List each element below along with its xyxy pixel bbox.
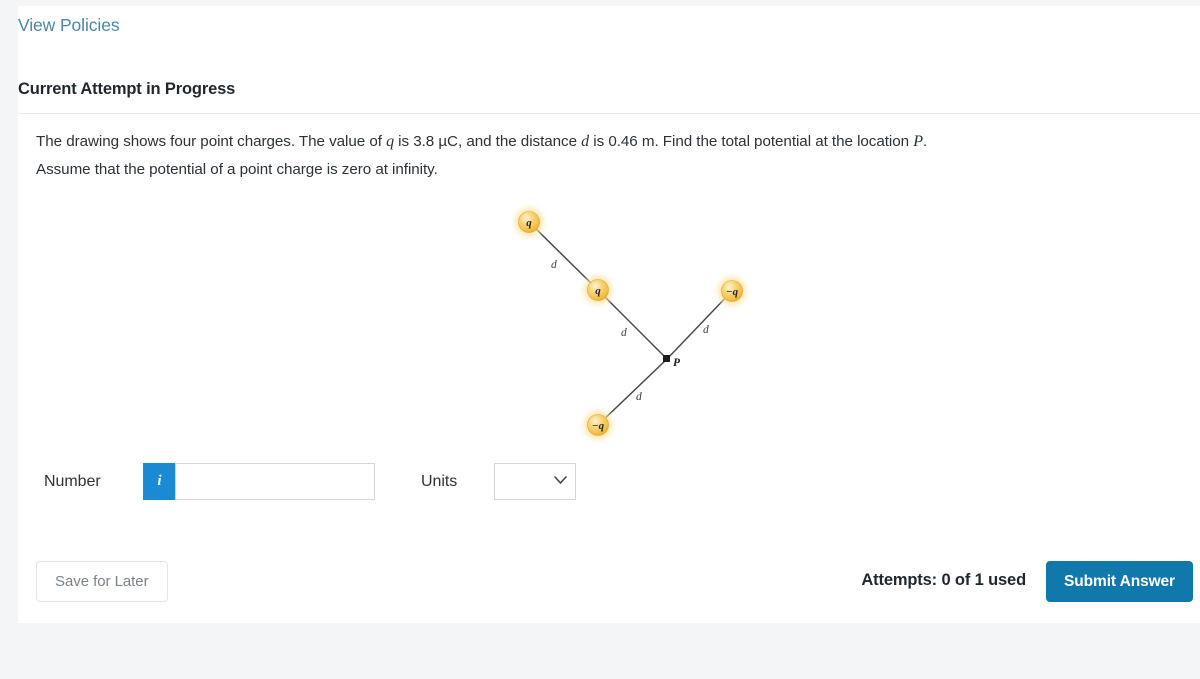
charge-diagram-figure: q q −q −q P d d d d	[18, 194, 1200, 452]
save-for-later-button[interactable]: Save for Later	[36, 561, 168, 602]
charge-right: −q	[713, 272, 751, 310]
question-var-d: d	[581, 133, 590, 150]
question-line-2: Assume that the potential of a point cha…	[36, 161, 438, 178]
answer-row: Number i Units VJN/CJ/C	[18, 461, 1200, 521]
units-select[interactable]: VJN/CJ/C	[494, 463, 576, 500]
charge-bottom-label: −q	[592, 420, 605, 432]
units-select-wrap: VJN/CJ/C	[494, 463, 576, 500]
view-policies-link[interactable]: View Policies	[18, 14, 120, 36]
charge-diagram-svg: q q −q −q P d d d d	[510, 203, 751, 444]
charge-top-left-label: q	[526, 217, 532, 229]
distance-label-1: d	[551, 259, 557, 271]
question-part-4: .	[922, 133, 928, 150]
info-icon[interactable]: i	[143, 463, 175, 500]
question-part-2: is 3.8 µC, and the distance	[394, 133, 582, 150]
page-root: View Policies Current Attempt in Progres…	[0, 0, 1200, 679]
point-p-marker: P	[663, 355, 681, 369]
footer-actions: Save for Later Attempts: 0 of 1 used Sub…	[18, 541, 1200, 621]
number-input[interactable]	[175, 463, 375, 500]
assessment-card: View Policies Current Attempt in Progres…	[18, 6, 1200, 623]
heading-divider	[18, 113, 1200, 114]
charge-middle-label: q	[595, 285, 601, 297]
question-var-q: q	[386, 133, 395, 150]
number-label: Number	[44, 473, 101, 490]
charge-bottom: −q	[579, 406, 617, 444]
charge-middle: q	[579, 271, 617, 309]
submit-answer-button[interactable]: Submit Answer	[1046, 561, 1193, 602]
point-p-label: P	[673, 357, 681, 369]
distance-label-2: d	[621, 327, 627, 339]
distance-label-3: d	[703, 324, 709, 336]
charge-right-label: −q	[726, 286, 739, 298]
question-var-p: P	[913, 133, 923, 150]
number-input-group: i	[143, 463, 375, 500]
attempts-status: Attempts: 0 of 1 used	[861, 571, 1026, 589]
page-title: Current Attempt in Progress	[18, 80, 236, 98]
question-part-3: is 0.46 m. Find the total potential at t…	[589, 133, 914, 150]
distance-label-4: d	[636, 391, 642, 403]
units-label: Units	[421, 473, 458, 490]
diagram-connector-lines	[528, 221, 733, 426]
question-text: The drawing shows four point charges. Th…	[36, 128, 1196, 184]
question-part-1: The drawing shows four point charges. Th…	[36, 133, 387, 150]
charge-top-left: q	[510, 203, 548, 241]
